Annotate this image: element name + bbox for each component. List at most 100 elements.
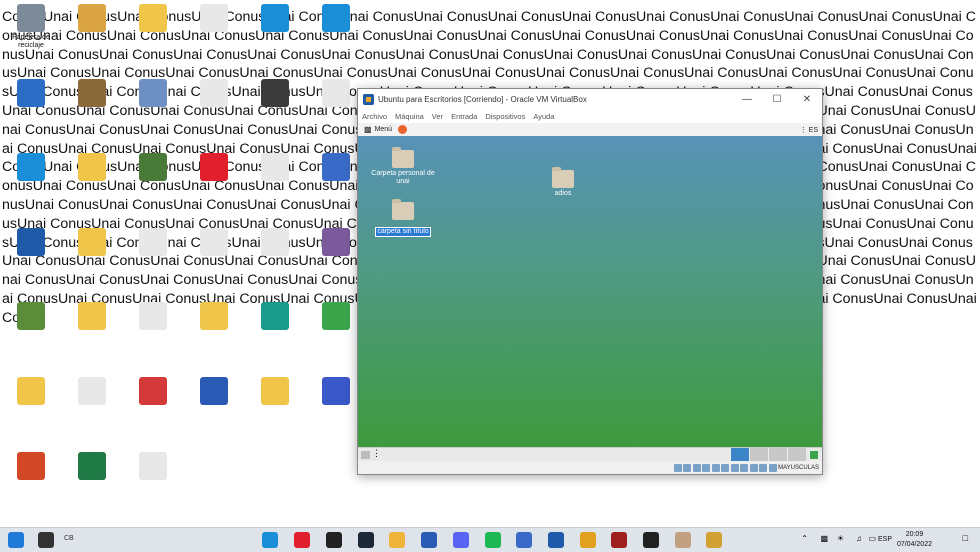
guest-keyboard-layout[interactable]: ⋮ ES [800, 126, 818, 134]
app-icon[interactable] [611, 532, 627, 548]
vbox-titlebar[interactable]: Ubuntu para Escritorios [Corriendo] - Or… [358, 89, 822, 110]
desktop-icon[interactable] [63, 151, 121, 207]
app-icon[interactable] [675, 532, 691, 548]
discord-icon[interactable] [453, 532, 469, 548]
word-icon[interactable] [421, 532, 437, 548]
network-adapter-icon[interactable] [702, 463, 711, 472]
desktop-icon[interactable] [185, 375, 243, 431]
firefox-icon[interactable] [398, 125, 408, 134]
desktop-icon[interactable] [2, 77, 60, 133]
desktop-icon[interactable] [246, 375, 304, 431]
desktop-icon[interactable] [185, 300, 243, 356]
chevron-up-icon[interactable]: ⌃ [801, 534, 808, 543]
desktop-icon[interactable] [246, 77, 304, 133]
language-indicator[interactable]: ESP [878, 536, 892, 543]
desktop-icon[interactable] [124, 450, 182, 506]
desktop-icon[interactable] [246, 300, 304, 356]
workspace-3[interactable] [768, 448, 787, 462]
steam-icon[interactable] [358, 532, 374, 548]
optical-drive-icon[interactable] [683, 463, 692, 472]
edge-icon[interactable] [262, 532, 278, 548]
usb-icon[interactable] [711, 463, 720, 472]
mouse-integration-icon[interactable] [759, 463, 768, 472]
app-icon[interactable] [516, 532, 532, 548]
desktop-icon[interactable] [246, 226, 304, 282]
file-icon [78, 377, 106, 405]
desktop-icon[interactable] [246, 2, 304, 58]
shared-folders-icon[interactable] [721, 463, 730, 472]
desktop-icon[interactable] [124, 151, 182, 207]
menu-entrada[interactable]: Entrada [451, 112, 477, 121]
desktop-icon[interactable] [185, 2, 243, 58]
opera-icon[interactable] [294, 532, 310, 548]
desktop-icon[interactable] [124, 77, 182, 133]
desktop-icon[interactable] [2, 450, 60, 506]
windows-start-icon[interactable] [8, 532, 24, 548]
desktop-icon[interactable] [124, 226, 182, 282]
audio-icon[interactable] [692, 463, 701, 472]
unity-icon[interactable] [326, 532, 342, 548]
mint-menu-icon[interactable]: ▩ [364, 125, 372, 134]
guest-menu-button[interactable]: Menú [375, 126, 393, 133]
menu-archivo[interactable]: Archivo [362, 112, 387, 121]
desktop-icon[interactable] [63, 2, 121, 58]
workspace-4[interactable] [787, 448, 806, 462]
wifi-icon[interactable]: ☀ [837, 534, 844, 543]
app-icon[interactable] [706, 532, 722, 548]
virtualbox-icon[interactable] [548, 532, 564, 548]
guest-icon-label-editing[interactable]: carpeta sin título [375, 227, 431, 237]
menu-dispositivos[interactable]: Dispositivos [485, 112, 525, 121]
desktop-icon[interactable]: Papelera de reciclaje [2, 2, 60, 58]
desktop-icon[interactable] [2, 151, 60, 207]
network-icon[interactable] [810, 451, 818, 459]
guest-folder-home[interactable]: Carpeta personal de unai [368, 147, 438, 186]
minimize-button[interactable]: — [732, 94, 762, 105]
desktop-icon[interactable] [124, 300, 182, 356]
menu-ayuda[interactable]: Ayuda [533, 112, 554, 121]
guest-desktop[interactable]: Carpeta personal de unai adios carpeta s… [358, 136, 822, 447]
taskbar-search-text[interactable]: CB [64, 535, 74, 542]
desktop-icon[interactable] [185, 151, 243, 207]
show-desktop-icon[interactable] [361, 451, 370, 459]
desktop-icon[interactable] [246, 151, 304, 207]
file-explorer-icon[interactable] [389, 532, 405, 548]
folder-icon [261, 377, 289, 405]
guest-folder-adios[interactable]: adios [528, 167, 598, 198]
clock[interactable]: 20:09 07/04/2022 [897, 530, 932, 550]
desktop-icon[interactable] [63, 375, 121, 431]
desktop-icon-label [2, 407, 60, 423]
workspace-2[interactable] [749, 448, 768, 462]
hard-disk-icon[interactable] [673, 463, 682, 472]
desktop-icon[interactable] [2, 300, 60, 356]
display-icon[interactable] [730, 463, 739, 472]
volume-icon[interactable]: ♫ [856, 534, 862, 543]
virtualbox-window[interactable]: Ubuntu para Escritorios [Corriendo] - Or… [357, 88, 823, 475]
desktop-icon[interactable] [124, 2, 182, 58]
notifications-icon[interactable]: □ [963, 533, 968, 543]
desktop-icon[interactable] [63, 450, 121, 506]
desktop-icon[interactable] [63, 300, 121, 356]
chrome-icon[interactable] [580, 532, 596, 548]
keyboard-icon[interactable] [768, 463, 777, 472]
desktop-icon[interactable] [63, 77, 121, 133]
desktop-icon[interactable] [307, 2, 365, 58]
maximize-button[interactable]: ☐ [762, 94, 792, 105]
cpu-icon[interactable] [749, 463, 758, 472]
recording-icon[interactable] [740, 463, 749, 472]
epic-games-icon[interactable] [643, 532, 659, 548]
desktop-icon[interactable] [124, 375, 182, 431]
desktop-icon[interactable] [2, 226, 60, 282]
menu-ver[interactable]: Ver [432, 112, 443, 121]
desktop-icon[interactable] [2, 375, 60, 431]
search-icon[interactable] [38, 532, 54, 548]
desktop-icon[interactable] [63, 226, 121, 282]
network-tray-icon[interactable]: ▩ [820, 534, 828, 543]
workspace-1[interactable] [730, 448, 749, 462]
battery-icon[interactable]: ▭ [868, 534, 876, 543]
menu-maquina[interactable]: Máquina [395, 112, 424, 121]
guest-folder-new[interactable]: carpeta sin título [368, 199, 438, 238]
close-button[interactable]: ✕ [792, 94, 822, 105]
spotify-icon[interactable] [485, 532, 501, 548]
desktop-icon[interactable] [185, 226, 243, 282]
desktop-icon[interactable] [185, 77, 243, 133]
